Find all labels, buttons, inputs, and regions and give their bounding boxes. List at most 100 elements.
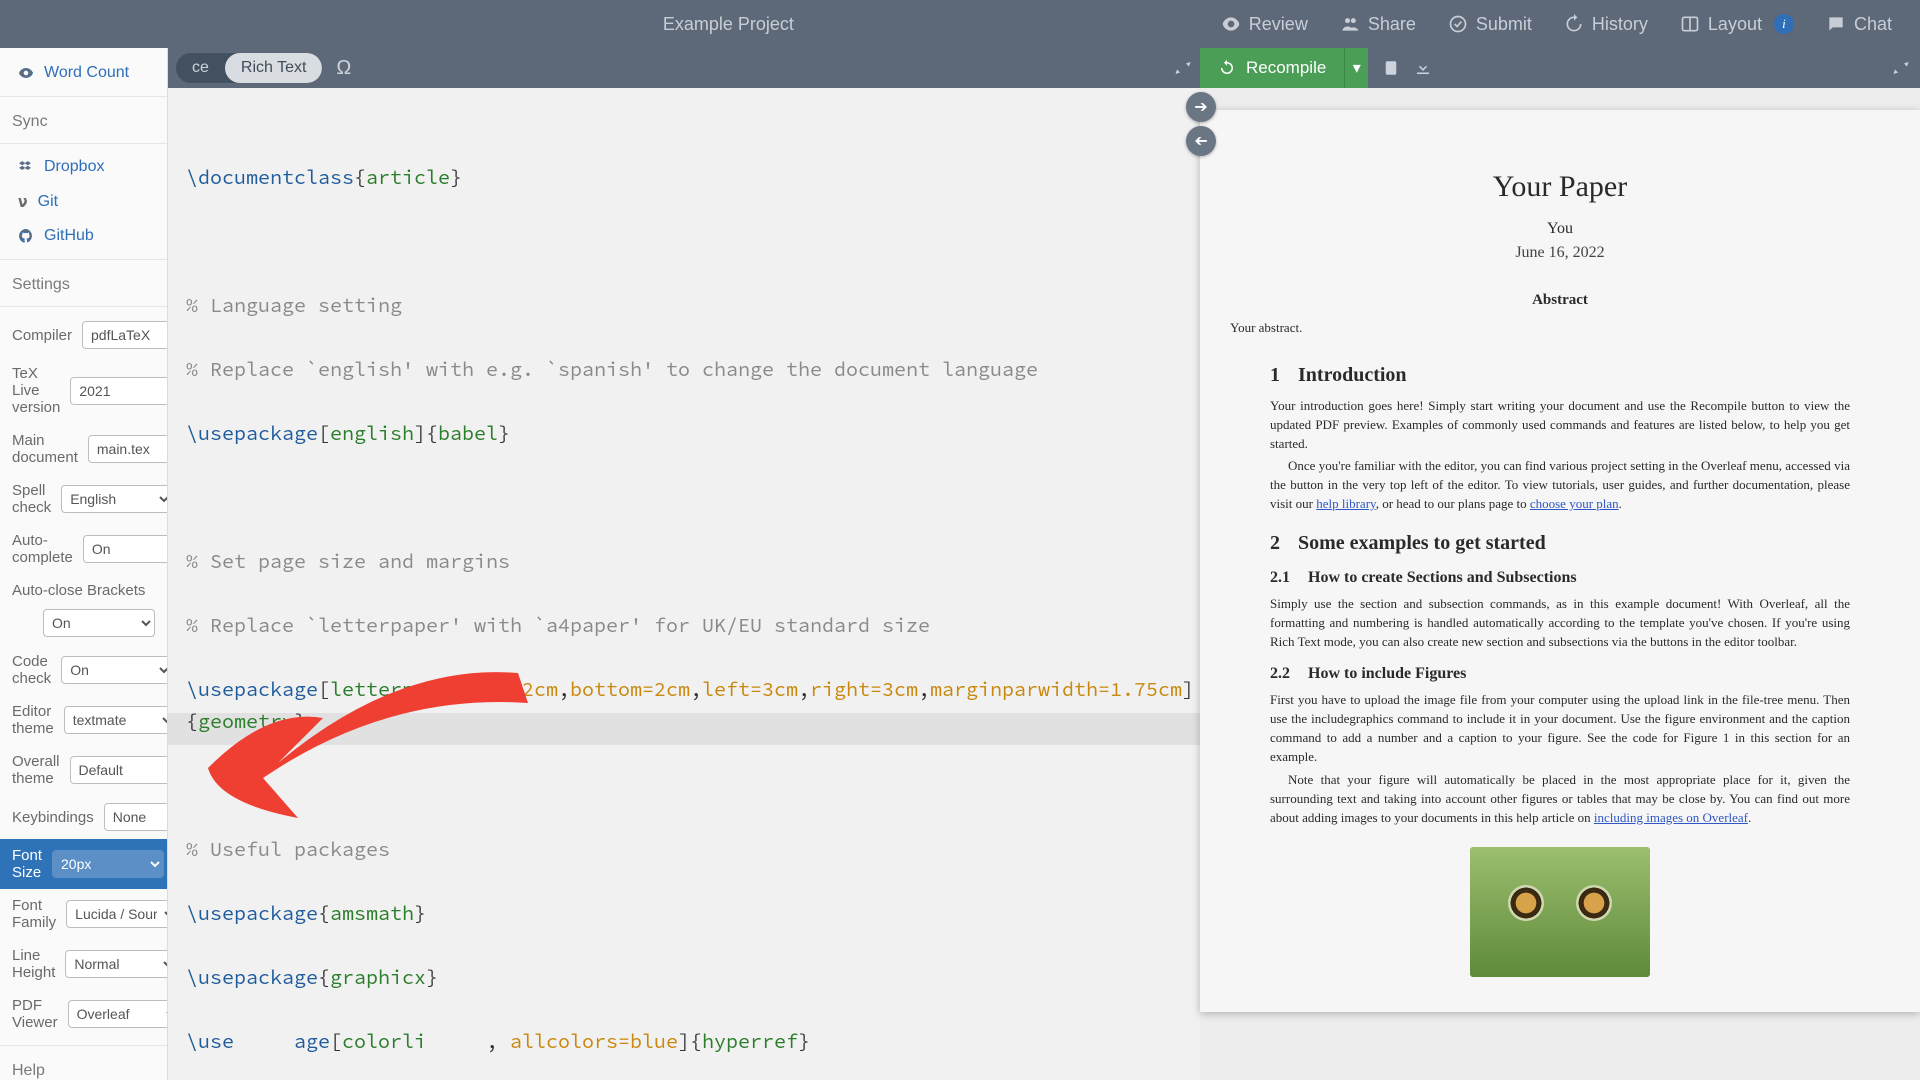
eye-icon — [18, 65, 34, 81]
review-icon — [1221, 14, 1241, 34]
setting-select[interactable]: On — [83, 535, 168, 563]
editor-mode-toggle[interactable]: ce Rich Text — [176, 53, 322, 83]
dropbox-icon — [18, 159, 34, 175]
review-button[interactable]: Review — [1207, 0, 1322, 48]
code-editor[interactable]: \documentclass{article} % Language setti… — [168, 88, 1200, 1080]
share-icon — [1340, 14, 1360, 34]
share-button[interactable]: Share — [1326, 0, 1430, 48]
pdf-author: You — [1270, 220, 1850, 238]
editor-pane: ce Rich Text Ω \documentclass{article} %… — [168, 48, 1200, 1080]
setting-label: Editor theme — [12, 703, 54, 737]
word-count-item[interactable]: Word Count — [0, 56, 167, 90]
setting-row-auto-complete: Auto-complete On — [0, 524, 167, 574]
pdf-subsection-22: 2.2How to include Figures — [1270, 665, 1850, 683]
recompile-button[interactable]: Recompile — [1200, 48, 1344, 88]
sync-header: Sync — [0, 103, 167, 137]
setting-select[interactable]: English — [61, 485, 168, 513]
including-images-link[interactable]: including images on Overleaf — [1594, 810, 1748, 825]
layout-button[interactable]: Layout i — [1666, 0, 1808, 48]
setting-select[interactable]: main.tex — [88, 435, 168, 463]
setting-select[interactable]: 2021 — [70, 377, 168, 405]
setting-label: Font Size — [12, 847, 42, 881]
setting-row-keybindings: Keybindings None — [0, 795, 167, 839]
splitter-right-icon[interactable]: ➔ — [1186, 92, 1216, 122]
setting-label: PDF Viewer — [12, 997, 58, 1031]
setting-row-pdf-viewer: PDF Viewer Overleaf — [0, 989, 167, 1039]
info-badge: i — [1774, 14, 1794, 34]
pdf-date: June 16, 2022 — [1270, 244, 1850, 262]
frog-image — [1470, 847, 1650, 977]
git-icon: ν — [18, 192, 28, 211]
expand-icon[interactable] — [1174, 59, 1192, 77]
github-icon — [18, 228, 34, 244]
pdf-s22-p2: Note that your figure will automatically… — [1270, 771, 1850, 828]
pdf-abstract-head: Abstract — [1270, 292, 1850, 309]
preview-toolbar: Recompile ▾ — [1200, 48, 1920, 88]
editor-toolbar: ce Rich Text Ω — [168, 48, 1200, 88]
settings-header: Settings — [0, 266, 167, 300]
github-item[interactable]: GitHub — [0, 219, 167, 253]
help-library-link[interactable]: help library — [1316, 496, 1375, 511]
setting-label: Main document — [12, 432, 78, 466]
setting-row-auto-close-brackets: Auto-close Brackets On — [0, 574, 167, 645]
chat-button[interactable]: Chat — [1812, 0, 1906, 48]
setting-row-spell-check: Spell checkEnglish — [0, 474, 167, 524]
setting-row-font-size: Font Size 20px — [0, 839, 167, 889]
setting-row-main-document: Main document main.tex — [0, 424, 167, 474]
setting-row-line-height: Line Height Normal — [0, 939, 167, 989]
project-title[interactable]: Example Project — [250, 14, 1207, 35]
settings-sidebar: Word Count Sync Dropbox ν Git GitHub Set… — [0, 48, 168, 1080]
logs-icon[interactable] — [1382, 59, 1400, 77]
setting-label: Keybindings — [12, 809, 94, 826]
history-icon — [1564, 14, 1584, 34]
history-button[interactable]: History — [1550, 0, 1662, 48]
dropbox-item[interactable]: Dropbox — [0, 150, 167, 184]
expand-preview-icon[interactable] — [1892, 59, 1910, 77]
setting-select[interactable]: On — [43, 609, 155, 637]
setting-row-font-family: Font Family Lucida / Sourc — [0, 889, 167, 939]
setting-row-overall-theme: Overall theme Default — [0, 745, 167, 795]
setting-select[interactable]: None — [104, 803, 168, 831]
setting-select[interactable]: Default — [70, 756, 168, 784]
setting-label: Auto-complete — [12, 532, 73, 566]
setting-select[interactable]: 20px — [52, 850, 164, 878]
pdf-subsection-21: 2.1How to create Sections and Subsection… — [1270, 569, 1850, 587]
submit-button[interactable]: Submit — [1434, 0, 1546, 48]
setting-select[interactable]: textmate — [64, 706, 168, 734]
setting-select[interactable]: On — [61, 656, 168, 684]
splitter-left-icon[interactable]: ➔ — [1186, 126, 1216, 156]
help-header: Help — [0, 1052, 167, 1080]
pdf-title: Your Paper — [1270, 170, 1850, 204]
setting-row-editor-theme: Editor theme textmate — [0, 695, 167, 745]
app-header: Example Project Review Share Submit Hist… — [0, 0, 1920, 48]
setting-select[interactable]: Overleaf — [68, 1000, 168, 1028]
pdf-page: Your Paper You June 16, 2022 Abstract Yo… — [1200, 110, 1920, 1012]
pdf-section-2: 2Some examples to get started — [1270, 532, 1850, 555]
pdf-preview-pane: Recompile ▾ Your Paper You June 16, 2022… — [1200, 48, 1920, 1080]
setting-row-code-check: Code checkOn — [0, 645, 167, 695]
pdf-s1-p1: Your introduction goes here! Simply star… — [1270, 397, 1850, 454]
setting-label: Compiler — [12, 327, 72, 344]
setting-label: Font Family — [12, 897, 56, 931]
setting-label: TeX Live version — [12, 365, 60, 416]
setting-row-compiler: Compiler pdfLaTeX — [0, 313, 167, 357]
pdf-abstract-text: Your abstract. — [1230, 319, 1850, 338]
recompile-icon — [1218, 59, 1236, 77]
git-item[interactable]: ν Git — [0, 184, 167, 219]
setting-select[interactable]: Normal — [65, 950, 168, 978]
richtext-tab[interactable]: Rich Text — [225, 53, 323, 83]
source-tab[interactable]: ce — [176, 53, 225, 83]
setting-label: Overall theme — [12, 753, 60, 787]
pdf-s21-p: Simply use the section and subsection co… — [1270, 595, 1850, 652]
download-icon[interactable] — [1414, 59, 1432, 77]
pdf-s22-p1: First you have to upload the image file … — [1270, 691, 1850, 766]
setting-label: Line Height — [12, 947, 55, 981]
setting-select[interactable]: Lucida / Sourc — [66, 900, 168, 928]
chat-icon — [1826, 14, 1846, 34]
symbol-button[interactable]: Ω — [336, 57, 351, 80]
submit-icon — [1448, 14, 1468, 34]
setting-select[interactable]: pdfLaTeX — [82, 321, 168, 349]
setting-label: Auto-close Brackets — [12, 582, 145, 599]
choose-plan-link[interactable]: choose your plan — [1530, 496, 1619, 511]
recompile-dropdown[interactable]: ▾ — [1344, 48, 1368, 88]
